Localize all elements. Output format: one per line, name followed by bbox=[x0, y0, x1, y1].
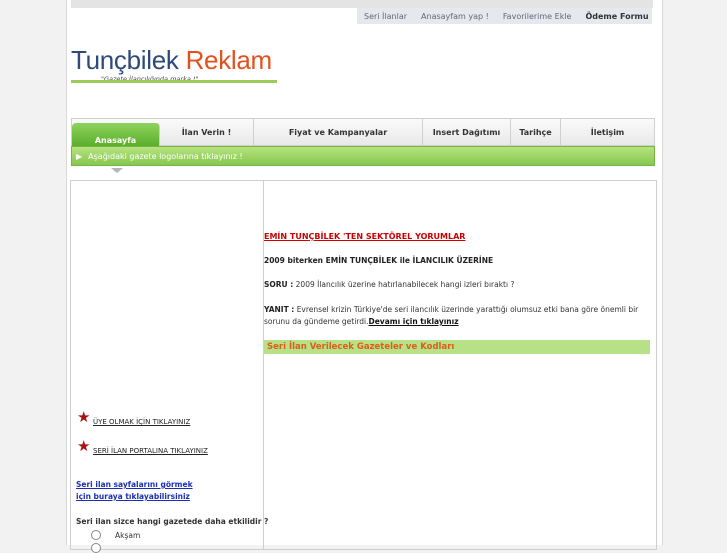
pages-link-line1[interactable]: Seri ilan sayfalarını görmek bbox=[76, 480, 193, 489]
top-link-seri-ilanlar[interactable]: Seri İlanlar bbox=[357, 12, 414, 21]
caret-down-icon bbox=[111, 168, 123, 173]
nav-fiyat-kampanyalar[interactable]: Fiyat ve Kampanyalar bbox=[254, 119, 423, 145]
radio-button[interactable] bbox=[91, 530, 101, 540]
headline-link[interactable]: EMİN TUNÇBİLEK 'TEN SEKTÖREL YORUMLAR bbox=[264, 232, 465, 241]
article-subtitle: 2009 biterken EMİN TUNÇBİLEK ile İLANCIL… bbox=[264, 256, 494, 265]
info-banner: ▶ Aşağıdaki gazete logolarına tıklayınız… bbox=[71, 146, 655, 166]
star-icon: ★ bbox=[77, 408, 91, 426]
info-banner-text: Aşağıdaki gazete logolarına tıklayınız ! bbox=[88, 151, 243, 161]
top-link-homepage[interactable]: Anasayfam yap ! bbox=[414, 12, 496, 21]
top-link-favorites[interactable]: Favorilerime Ekle bbox=[496, 12, 579, 21]
main-content: EMİN TUNÇBİLEK 'TEN SEKTÖREL YORUMLAR 20… bbox=[264, 181, 656, 549]
logo-wordmark: Tunçbilek Reklam bbox=[71, 45, 277, 75]
top-links: Seri İlanlar Anasayfam yap ! Favorilerim… bbox=[357, 8, 652, 24]
nav-iletisim[interactable]: İletişim bbox=[561, 119, 654, 145]
logo-part2: Reklam bbox=[185, 45, 273, 75]
section-header: Seri İlan Verilecek Gazeteler ve Kodları bbox=[264, 340, 650, 354]
question-line: SORU : 2009 İlancılık üzerine hatırlanab… bbox=[264, 280, 515, 289]
logo-underline bbox=[71, 80, 277, 83]
member-link[interactable]: ÜYE OLMAK İÇİN TIKLAYINIZ bbox=[93, 418, 190, 426]
answer-line1: YANIT : Evrensel krizin Türkiye'de seri … bbox=[264, 305, 639, 314]
logo-part1: Tunçbilek bbox=[71, 45, 179, 75]
nav-insert-dagitimi[interactable]: Insert Dağıtımı bbox=[423, 119, 511, 145]
nav-anasayfa[interactable]: Anasayfa bbox=[72, 123, 160, 147]
portal-link[interactable]: SERİ İLAN PORTALINA TIKLAYINIZ bbox=[93, 447, 208, 455]
content-box: ★ ÜYE OLMAK İÇİN TIKLAYINIZ ★ SERİ İLAN … bbox=[70, 180, 657, 553]
answer-line2: sorunu da gündeme getirdi.Devamı için tı… bbox=[264, 317, 459, 326]
poll-question: Seri ilan sizce hangi gazetede daha etki… bbox=[76, 517, 269, 526]
poll-option[interactable]: Akşam bbox=[91, 530, 140, 540]
page-container: Seri İlanlar Anasayfam yap ! Favorilerim… bbox=[66, 0, 663, 553]
top-strip bbox=[71, 0, 653, 8]
poll-option-label: Akşam bbox=[115, 530, 141, 540]
star-icon: ★ bbox=[77, 437, 91, 455]
left-sidebar: ★ ÜYE OLMAK İÇİN TIKLAYINIZ ★ SERİ İLAN … bbox=[71, 181, 268, 553]
main-nav: Anasayfa İlan Verin ! Fiyat ve Kampanyal… bbox=[71, 118, 655, 147]
nav-tarihce[interactable]: Tarihçe bbox=[511, 119, 561, 145]
top-link-payment-form[interactable]: Ödeme Formu bbox=[578, 12, 655, 21]
read-more-link[interactable]: Devamı için tıklayınız bbox=[369, 317, 459, 326]
nav-ilan-verin[interactable]: İlan Verin ! bbox=[160, 119, 254, 145]
pages-link-line2[interactable]: için buraya tıklayabilirsiniz bbox=[76, 492, 190, 501]
site-logo[interactable]: Tunçbilek Reklam "Gazete İlancılığında m… bbox=[71, 45, 277, 88]
play-triangle-icon: ▶ bbox=[76, 151, 83, 161]
